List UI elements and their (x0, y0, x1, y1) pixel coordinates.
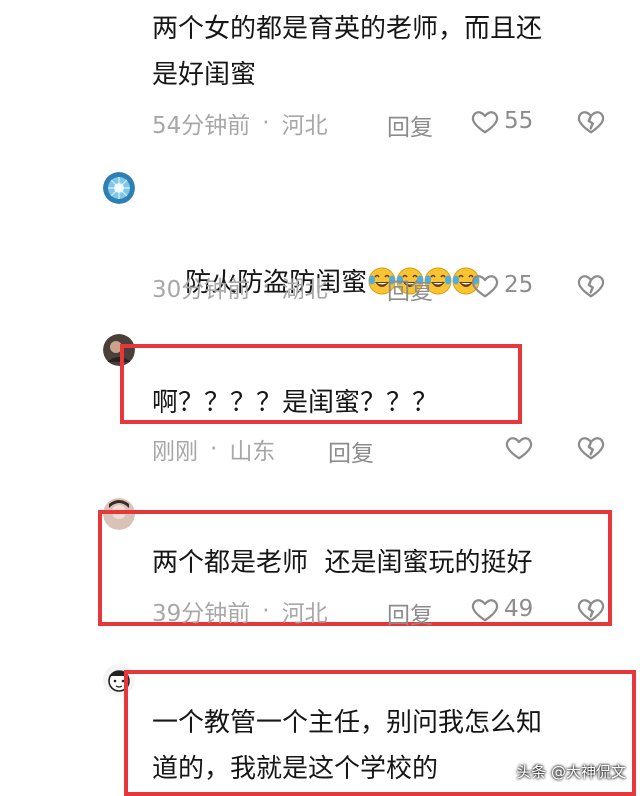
comment-time: 54分钟前 (152, 113, 251, 139)
comment-location: 湖北 (281, 277, 328, 303)
like-count: 25 (504, 272, 534, 298)
like-count: 55 (504, 108, 534, 134)
broken-heart-icon (577, 111, 605, 134)
heart-icon (471, 111, 499, 134)
like-button[interactable] (504, 432, 538, 462)
comment-time: 39分钟前 (152, 601, 251, 627)
like-button[interactable]: 55 (470, 106, 533, 136)
heart-icon (471, 599, 499, 622)
dislike-button[interactable] (576, 594, 606, 628)
comment-meta: 54分钟前 · 河北 (152, 106, 328, 140)
meta-separator: · (262, 274, 270, 300)
comment-meta: 39分钟前 · 河北 (152, 594, 328, 628)
dislike-button[interactable] (576, 270, 606, 304)
comment-meta: 刚刚 · 山东 (152, 432, 275, 466)
comment-time: 30分钟前 (152, 277, 251, 303)
heart-icon (505, 437, 533, 460)
comment-text: 啊？？？？是闺蜜？？？ (152, 388, 439, 418)
comment-location: 河北 (281, 113, 328, 139)
reply-button[interactable]: 回复 (387, 596, 433, 630)
comment-text: 两个都是老师 还是闺蜜玩的挺好 (152, 548, 533, 578)
meta-separator: · (210, 436, 218, 462)
broken-heart-icon (577, 437, 605, 460)
reply-button[interactable]: 回复 (387, 108, 433, 142)
like-button[interactable]: 49 (470, 594, 533, 624)
heart-icon (471, 275, 499, 298)
broken-heart-icon (577, 599, 605, 622)
comment-location: 山东 (229, 439, 276, 465)
dislike-button[interactable] (576, 432, 606, 466)
broken-heart-icon (577, 275, 605, 298)
watermark: 头条 @大神侃文 (516, 763, 626, 781)
avatar[interactable] (103, 172, 135, 204)
comment-time: 刚刚 (152, 439, 198, 465)
avatar-image (103, 172, 135, 204)
reply-button[interactable]: 回复 (387, 272, 433, 306)
reply-button[interactable]: 回复 (328, 434, 374, 468)
meta-separator: · (262, 598, 270, 624)
like-button[interactable]: 25 (470, 270, 533, 300)
comment-text: 两个女的都是育英的老师，而且还 是好闺蜜 (152, 14, 543, 90)
like-count: 49 (504, 596, 534, 622)
comment-meta: 30分钟前 · 湖北 (152, 270, 328, 304)
dislike-button[interactable] (576, 106, 606, 140)
meta-separator: · (262, 110, 270, 136)
comment-location: 河北 (281, 601, 328, 627)
